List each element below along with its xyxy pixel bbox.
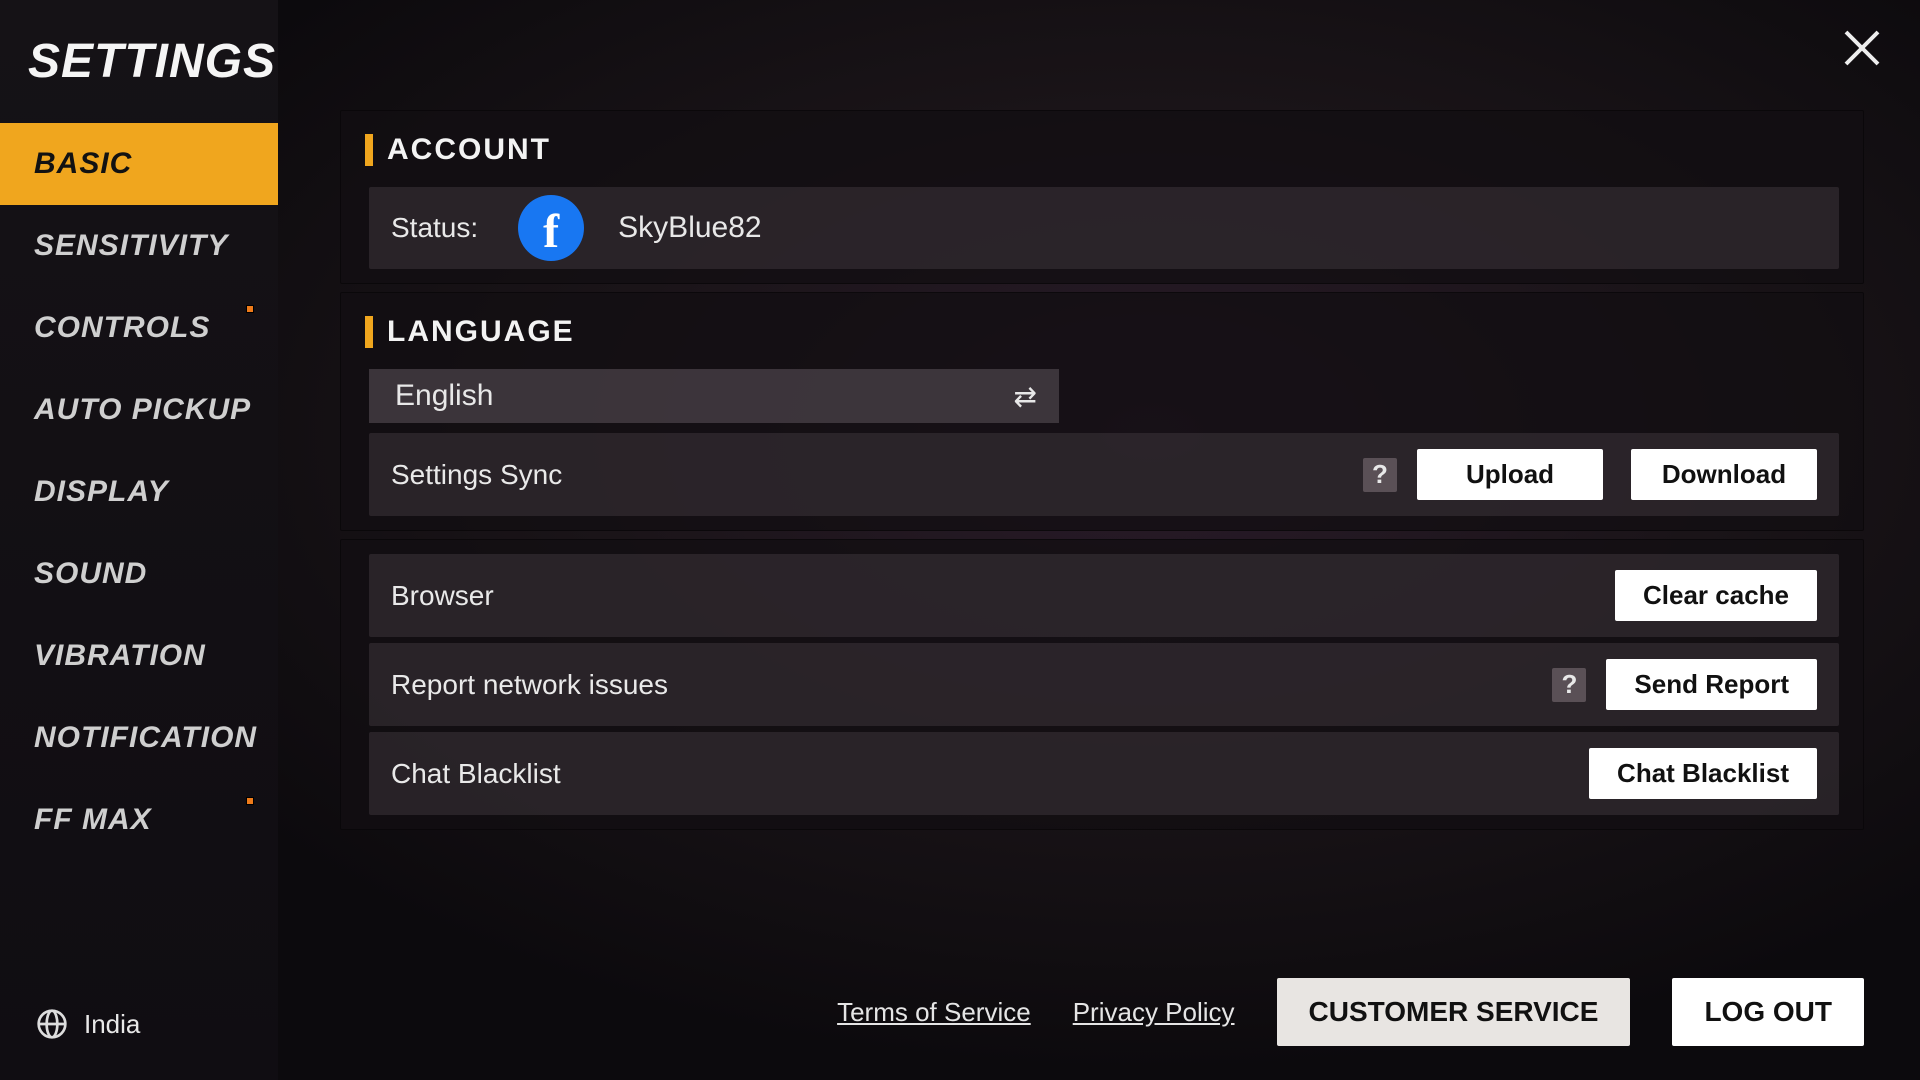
privacy-link[interactable]: Privacy Policy — [1073, 997, 1235, 1028]
help-icon[interactable]: ? — [1552, 668, 1586, 702]
settings-sync-label: Settings Sync — [391, 459, 562, 491]
help-icon[interactable]: ? — [1363, 458, 1397, 492]
clear-cache-button[interactable]: Clear cache — [1615, 570, 1817, 621]
sidebar-item-basic[interactable]: BASIC — [0, 123, 278, 205]
region-label: India — [84, 1009, 140, 1040]
account-username: SkyBlue82 — [618, 211, 761, 245]
status-label: Status: — [391, 212, 478, 244]
swap-icon: ⇄ — [1014, 380, 1033, 413]
sidebar-item-sensitivity[interactable]: SENSITIVITY — [0, 205, 278, 287]
chat-blacklist-row: Chat Blacklist Chat Blacklist — [369, 732, 1839, 815]
sidebar-nav: BASICSENSITIVITYCONTROLSAUTO PICKUPDISPL… — [0, 123, 278, 1080]
sidebar-item-ff-max[interactable]: FF MAX — [0, 779, 278, 861]
notification-dot — [246, 305, 254, 313]
chat-blacklist-button[interactable]: Chat Blacklist — [1589, 748, 1817, 799]
sidebar-item-sound[interactable]: SOUND — [0, 533, 278, 615]
upload-button[interactable]: Upload — [1417, 449, 1603, 500]
customer-service-button[interactable]: CUSTOMER SERVICE — [1277, 978, 1631, 1046]
close-button[interactable] — [1838, 24, 1886, 72]
facebook-icon: f — [518, 195, 584, 261]
account-status-row: Status: f SkyBlue82 — [369, 187, 1839, 269]
region-indicator[interactable]: India — [36, 1008, 140, 1040]
notification-dot — [246, 797, 254, 805]
sidebar-item-display[interactable]: DISPLAY — [0, 451, 278, 533]
close-icon — [1842, 28, 1882, 68]
accent-bar — [365, 134, 373, 166]
logout-button[interactable]: LOG OUT — [1672, 978, 1864, 1046]
main-content: ACCOUNT Status: f SkyBlue82 LANGUAGE Eng… — [340, 110, 1864, 830]
send-report-button[interactable]: Send Report — [1606, 659, 1817, 710]
download-button[interactable]: Download — [1631, 449, 1817, 500]
account-header-label: ACCOUNT — [387, 133, 551, 167]
sidebar-item-vibration[interactable]: VIBRATION — [0, 615, 278, 697]
language-selector[interactable]: English ⇄ — [369, 369, 1059, 423]
language-header-label: LANGUAGE — [387, 315, 575, 349]
account-header: ACCOUNT — [341, 111, 1863, 181]
settings-sync-row: Settings Sync ? Upload Download — [369, 433, 1839, 516]
language-panel: LANGUAGE English ⇄ Settings Sync ? Uploa… — [340, 292, 1864, 531]
misc-panel: Browser Clear cache Report network issue… — [340, 539, 1864, 830]
sidebar: SETTINGS BASICSENSITIVITYCONTROLSAUTO PI… — [0, 0, 278, 1080]
language-selected: English — [395, 379, 493, 413]
sidebar-item-controls[interactable]: CONTROLS — [0, 287, 278, 369]
terms-link[interactable]: Terms of Service — [837, 997, 1031, 1028]
sidebar-item-notification[interactable]: NOTIFICATION — [0, 697, 278, 779]
corner-decor — [1720, 0, 1920, 120]
browser-row: Browser Clear cache — [369, 554, 1839, 637]
report-row: Report network issues ? Send Report — [369, 643, 1839, 726]
globe-icon — [36, 1008, 68, 1040]
footer: Terms of Service Privacy Policy CUSTOMER… — [300, 978, 1864, 1046]
accent-bar — [365, 316, 373, 348]
page-title: SETTINGS — [0, 0, 278, 123]
report-label: Report network issues — [391, 669, 668, 701]
language-header: LANGUAGE — [341, 293, 1863, 363]
account-panel: ACCOUNT Status: f SkyBlue82 — [340, 110, 1864, 284]
browser-label: Browser — [391, 580, 494, 612]
chat-blacklist-label: Chat Blacklist — [391, 758, 561, 790]
sidebar-item-auto-pickup[interactable]: AUTO PICKUP — [0, 369, 278, 451]
